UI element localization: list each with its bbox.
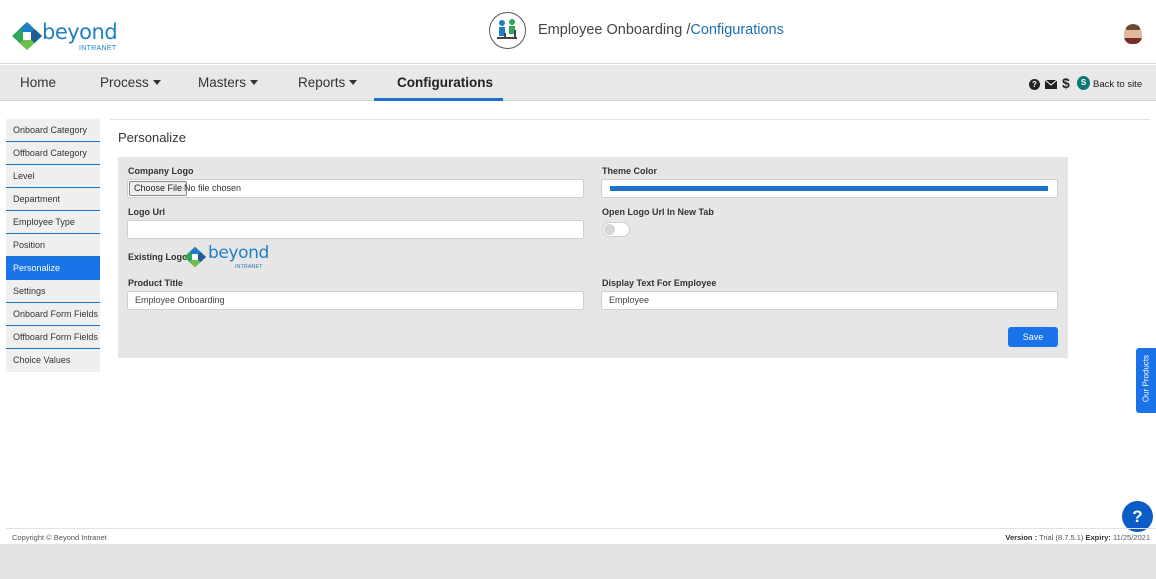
sidebar-item-onboard-category[interactable]: Onboard Category	[6, 119, 100, 142]
nav-home[interactable]: Home	[20, 75, 56, 90]
product-title-label: Product Title	[128, 278, 183, 288]
main-navbar: Home Process Masters Reports Configurati…	[0, 65, 1156, 101]
nav-configurations[interactable]: Configurations	[397, 75, 493, 90]
display-text-input[interactable]: Employee	[601, 291, 1058, 310]
app-title: Employee Onboarding /Configurations	[538, 22, 784, 38]
active-nav-indicator	[374, 98, 503, 101]
bottom-strip	[0, 544, 1156, 579]
caret-down-icon	[152, 80, 161, 85]
sidebar-item-onboard-form-fields[interactable]: Onboard Form Fields	[6, 303, 100, 326]
version-info: Version : Trial (8.7.5.1) Expiry: 11/25/…	[1005, 533, 1150, 542]
sidebar-item-employee-type[interactable]: Employee Type	[6, 211, 100, 234]
display-text-label: Display Text For Employee	[602, 278, 717, 288]
nav-masters[interactable]: Masters	[198, 75, 259, 90]
version-label: Version :	[1005, 533, 1038, 542]
open-logo-new-tab-toggle[interactable]	[602, 222, 630, 237]
help-icon[interactable]: ?	[1029, 79, 1040, 90]
sharepoint-icon[interactable]: S	[1077, 76, 1090, 90]
save-button[interactable]: Save	[1008, 327, 1058, 347]
app-title-link[interactable]: Configurations	[690, 22, 784, 38]
company-logo-file-input[interactable]: Choose File No file chosen	[127, 179, 584, 198]
sidebar-item-offboard-form-fields[interactable]: Offboard Form Fields	[6, 326, 100, 349]
product-title-input[interactable]: Employee Onboarding	[127, 291, 584, 310]
choose-file-button[interactable]: Choose File	[129, 181, 188, 196]
sidebar-item-settings[interactable]: Settings	[6, 280, 100, 303]
sidebar-item-level[interactable]: Level	[6, 165, 100, 188]
copyright-text: Copyright © Beyond Intranet	[12, 533, 107, 542]
existing-logo-mark-icon	[184, 246, 206, 268]
our-products-label: Our Products	[1141, 354, 1151, 403]
our-products-tab[interactable]: Our Products	[1136, 348, 1156, 413]
onboarding-app-icon	[489, 12, 526, 49]
config-sidebar: Onboard Category Offboard Category Level…	[6, 119, 100, 372]
caret-down-icon	[349, 80, 358, 85]
brand-mark-icon	[12, 22, 42, 50]
expiry-value: 11/25/2021	[1113, 533, 1150, 542]
sidebar-item-personalize[interactable]: Personalize	[6, 257, 100, 280]
mail-icon[interactable]	[1045, 80, 1057, 89]
nav-process[interactable]: Process	[100, 75, 161, 90]
sidebar-item-offboard-category[interactable]: Offboard Category	[6, 142, 100, 165]
content-divider	[110, 119, 1150, 120]
nav-reports[interactable]: Reports	[298, 75, 358, 90]
version-value: Trial (8.7.5.1)	[1039, 533, 1084, 542]
dollar-icon[interactable]: $	[1062, 75, 1070, 91]
app-title-text: Employee Onboarding /	[538, 22, 691, 38]
theme-color-picker[interactable]	[601, 179, 1058, 198]
open-logo-url-label: Open Logo Url In New Tab	[602, 207, 714, 217]
existing-logo-word: beyond	[208, 243, 269, 263]
user-avatar[interactable]	[1124, 24, 1142, 44]
sidebar-item-department[interactable]: Department	[6, 188, 100, 211]
sidebar-item-choice-values[interactable]: Choice Values	[6, 349, 100, 372]
existing-logo-label: Existing Logo:	[128, 252, 191, 262]
sidebar-item-position[interactable]: Position	[6, 234, 100, 257]
caret-down-icon	[250, 80, 259, 85]
nav-reports-label: Reports	[298, 75, 346, 90]
nav-masters-label: Masters	[198, 75, 247, 90]
page-title: Personalize	[118, 130, 186, 145]
logo-url-input[interactable]	[127, 220, 584, 239]
top-header: beyond INTRANET Employee Onboarding /Con…	[0, 0, 1156, 64]
existing-logo-sub: INTRANET	[235, 264, 263, 270]
company-logo-label: Company Logo	[128, 166, 194, 176]
nav-process-label: Process	[100, 75, 149, 90]
theme-color-label: Theme Color	[602, 166, 658, 176]
expiry-label: Expiry:	[1085, 533, 1111, 542]
no-file-text: No file chosen	[184, 183, 242, 193]
logo-url-label: Logo Url	[128, 207, 165, 217]
theme-color-swatch	[610, 186, 1048, 191]
personalize-form: Company Logo Choose File No file chosen …	[118, 157, 1068, 358]
brand-name: beyond	[42, 20, 118, 44]
brand-sub: INTRANET	[79, 45, 117, 52]
footer: Copyright © Beyond Intranet Version : Tr…	[6, 528, 1156, 544]
back-to-site-link[interactable]: Back to site	[1093, 79, 1142, 90]
